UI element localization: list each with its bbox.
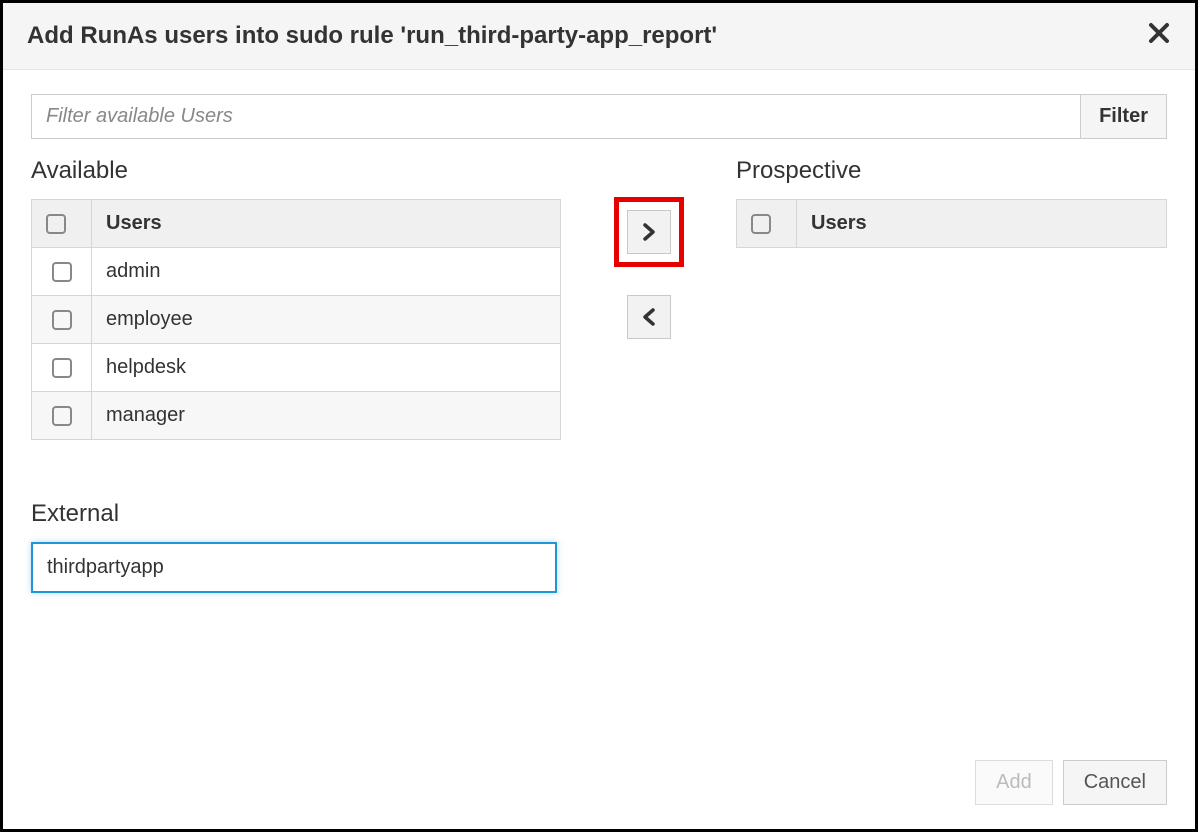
row-checkbox[interactable] — [52, 310, 72, 330]
filter-input[interactable] — [31, 94, 1081, 139]
available-table: Users admin — [31, 199, 561, 440]
prospective-table: Users — [736, 199, 1167, 248]
row-checkbox-cell — [32, 344, 92, 392]
cancel-button[interactable]: Cancel — [1063, 760, 1167, 805]
row-checkbox[interactable] — [52, 262, 72, 282]
external-section: External — [31, 500, 561, 593]
user-cell: employee — [92, 296, 561, 344]
table-row: employee — [32, 296, 561, 344]
table-row: manager — [32, 392, 561, 440]
dialog-footer: Add Cancel — [3, 744, 1195, 829]
row-checkbox-cell — [32, 392, 92, 440]
chevron-left-icon — [642, 307, 656, 327]
dialog-header: Add RunAs users into sudo rule 'run_thir… — [3, 3, 1195, 70]
available-title: Available — [31, 157, 561, 185]
chevron-right-icon — [642, 222, 656, 242]
dual-list-columns: Available Users — [31, 157, 1167, 593]
user-cell: manager — [92, 392, 561, 440]
table-row: admin — [32, 248, 561, 296]
filter-row: Filter — [31, 94, 1167, 139]
table-row: helpdesk — [32, 344, 561, 392]
close-icon[interactable] — [1147, 21, 1171, 51]
move-left-button[interactable] — [627, 295, 671, 339]
user-cell: helpdesk — [92, 344, 561, 392]
row-checkbox[interactable] — [52, 358, 72, 378]
transfer-arrows — [561, 157, 736, 593]
row-checkbox[interactable] — [52, 406, 72, 426]
prospective-title: Prospective — [736, 157, 1167, 185]
available-users-header: Users — [92, 200, 561, 248]
external-title: External — [31, 500, 561, 528]
filter-button[interactable]: Filter — [1081, 94, 1167, 139]
external-input[interactable] — [31, 542, 557, 593]
user-cell: admin — [92, 248, 561, 296]
dialog-title: Add RunAs users into sudo rule 'run_thir… — [27, 22, 717, 50]
prospective-select-all-header — [737, 200, 797, 248]
add-button[interactable]: Add — [975, 760, 1053, 805]
add-runas-users-dialog: Add RunAs users into sudo rule 'run_thir… — [0, 0, 1198, 832]
row-checkbox-cell — [32, 296, 92, 344]
available-select-all-checkbox[interactable] — [46, 214, 66, 234]
prospective-column: Prospective Users — [736, 157, 1167, 593]
prospective-users-header: Users — [797, 200, 1167, 248]
move-right-highlight — [614, 197, 684, 267]
available-column: Available Users — [31, 157, 561, 593]
move-right-button[interactable] — [627, 210, 671, 254]
prospective-select-all-checkbox[interactable] — [751, 214, 771, 234]
row-checkbox-cell — [32, 248, 92, 296]
dialog-body: Filter Available Users — [3, 70, 1195, 744]
available-select-all-header — [32, 200, 92, 248]
